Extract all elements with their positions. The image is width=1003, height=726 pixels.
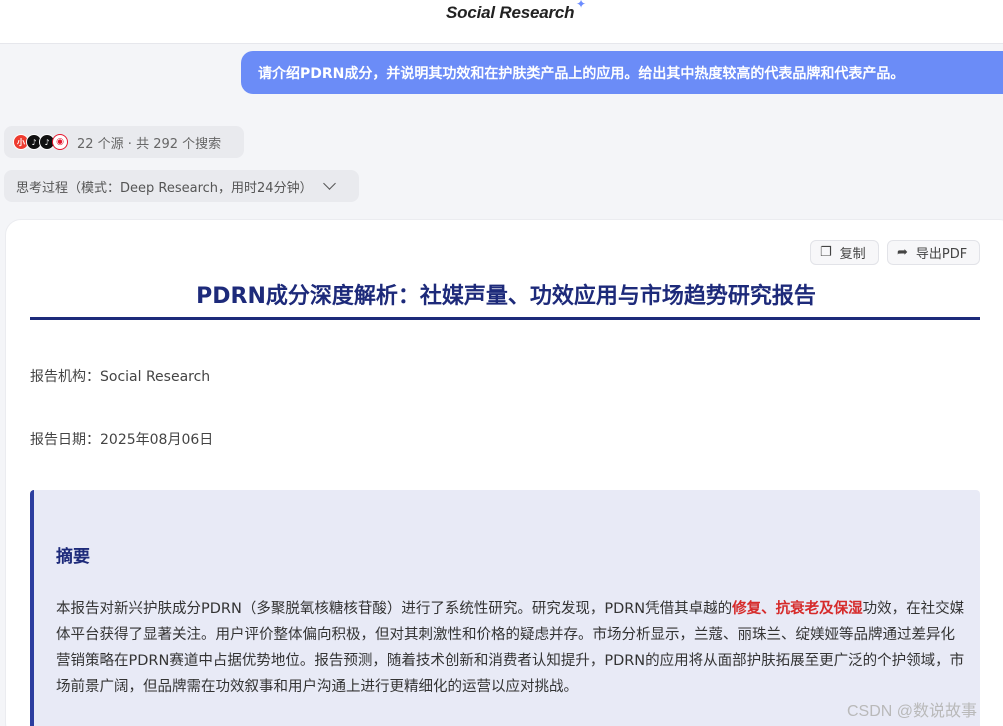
source-icons: 小 ♪ ♪ ◉ (13, 134, 68, 150)
brand-logo-text[interactable]: Social Research (446, 3, 575, 23)
export-label: 导出PDF (915, 247, 968, 262)
sources-button[interactable]: 小 ♪ ♪ ◉ 22 个源 · 共 292 个搜索 (4, 126, 244, 158)
copy-button[interactable]: ❐ 复制 (810, 240, 879, 265)
report-organization: 报告机构：Social Research (30, 369, 211, 385)
abstract-heading: 摘要 (56, 547, 90, 567)
copy-label: 复制 (839, 247, 866, 262)
report-date: 报告日期：2025年08月06日 (30, 432, 214, 448)
thinking-label: 思考过程（模式：Deep Research，用时24分钟） (16, 180, 313, 196)
thinking-process-toggle[interactable]: 思考过程（模式：Deep Research，用时24分钟） (4, 170, 359, 202)
report-card: ❐ 复制 ➦ 导出PDF PDRN成分深度解析：社媒声量、功效应用与市场趋势研究… (5, 219, 1003, 726)
watermark: CSDN @数说故事 (847, 703, 978, 720)
top-bar: Social Research ✦ (0, 0, 1003, 44)
export-pdf-button[interactable]: ➦ 导出PDF (887, 240, 980, 265)
user-message-bubble: 请介绍PDRN成分，并说明其功效和在护肤类产品上的应用。给出其中热度较高的代表品… (241, 51, 1003, 94)
copy-icon: ❐ (820, 245, 832, 260)
abstract-text: 本报告对新兴护肤成分PDRN（多聚脱氧核糖核苷酸）进行了系统性研究。研究发现，P… (56, 596, 966, 700)
sources-summary: 22 个源 · 共 292 个搜索 (77, 136, 222, 152)
share-icon: ➦ (897, 245, 908, 260)
report-title: PDRN成分深度解析：社媒声量、功效应用与市场趋势研究报告 (196, 284, 816, 309)
abstract-box: 摘要 本报告对新兴护肤成分PDRN（多聚脱氧核糖核苷酸）进行了系统性研究。研究发… (30, 490, 980, 726)
title-divider (30, 317, 980, 320)
abstract-highlight: 修复、抗衰老及保湿 (732, 601, 863, 617)
sparkle-icon: ✦ (576, 0, 587, 11)
chevron-down-icon (322, 177, 336, 190)
abstract-text-part: 本报告对新兴护肤成分PDRN（多聚脱氧核糖核苷酸）进行了系统性研究。研究发现，P… (56, 601, 733, 617)
weibo-icon: ◉ (52, 134, 68, 150)
